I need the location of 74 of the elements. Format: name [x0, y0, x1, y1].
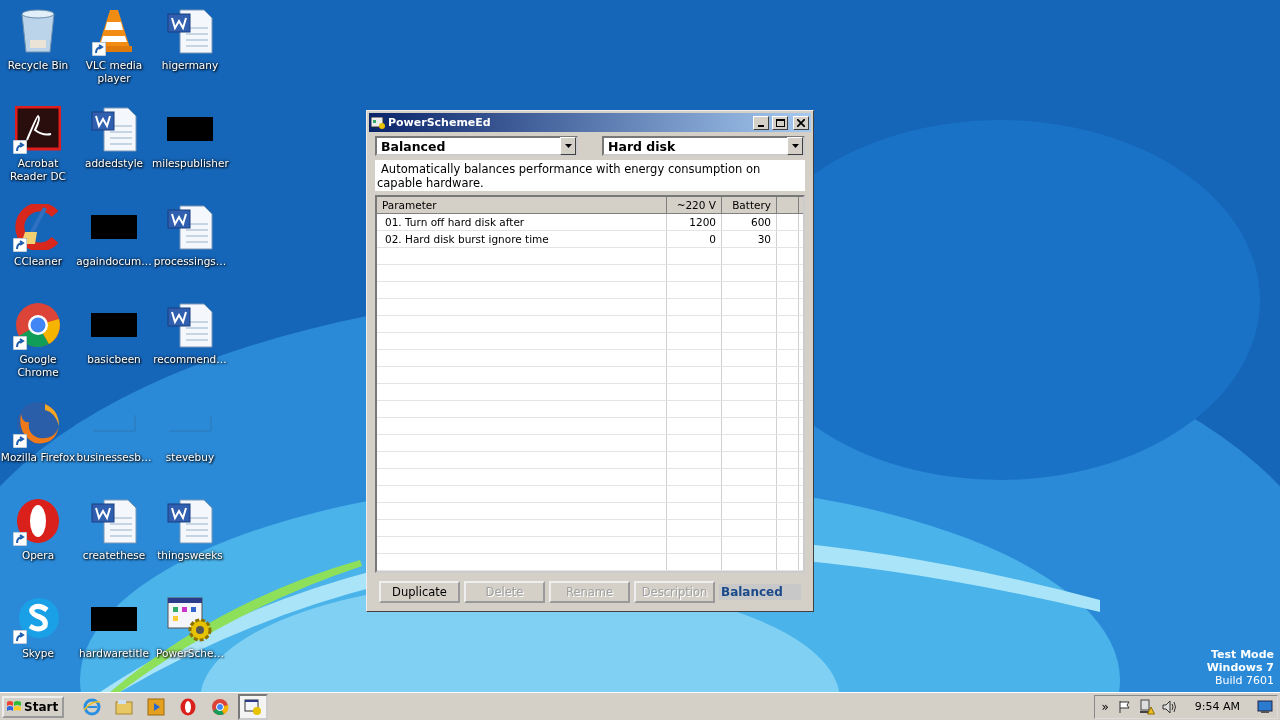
table-cell: 1200	[667, 214, 722, 230]
desktop-icon-label[interactable]: Mozilla Firefox	[0, 451, 76, 464]
opera-o-icon[interactable]	[15, 498, 61, 544]
document-icon[interactable]	[166, 204, 214, 250]
desktop-icon-label[interactable]: againdocum…	[76, 255, 152, 268]
desktop-icon-label[interactable]: addedstyle	[76, 157, 152, 170]
taskbar-app[interactable]	[238, 693, 269, 720]
app-window-gear-icon[interactable]	[166, 596, 214, 642]
column-header[interactable]: ~220 V	[667, 197, 722, 213]
show-desktop-icon[interactable]	[1257, 699, 1273, 714]
close-button[interactable]	[793, 115, 809, 130]
browser-icon[interactable]	[15, 400, 61, 446]
desktop-icon-label[interactable]: businessesb…	[76, 451, 152, 464]
speaker-icon[interactable]	[1161, 699, 1178, 714]
dropdown-arrow-icon	[564, 144, 572, 148]
table-cell: 30	[722, 231, 777, 247]
desktop-icon-label[interactable]: CCleaner	[0, 255, 76, 268]
desktop-icon-label[interactable]: Google Chrome	[0, 353, 76, 379]
document-icon[interactable]	[166, 8, 214, 54]
flag-icon[interactable]	[1117, 699, 1132, 714]
desktop-icon-label[interactable]: milespublisher	[152, 157, 228, 170]
opera-o-icon	[180, 697, 197, 716]
network-warning-icon[interactable]	[1138, 698, 1155, 715]
document-icon[interactable]	[90, 498, 138, 544]
minimize-button[interactable]	[753, 115, 769, 130]
browser-icon[interactable]	[15, 302, 61, 348]
clock[interactable]: 9:54 AM	[1194, 700, 1240, 713]
document-icon[interactable]	[90, 106, 138, 152]
close-icon	[797, 118, 805, 127]
desktop-icon-label[interactable]: Acrobat Reader DC	[0, 157, 76, 183]
recycle-bin-icon[interactable]	[18, 8, 58, 54]
os-build-text: Windows 7	[1206, 661, 1274, 674]
desktop-icon-label[interactable]: processings…	[152, 255, 228, 268]
document-icon[interactable]	[166, 302, 214, 348]
scheme-dropdown[interactable]: Balanced	[375, 136, 578, 156]
action-button[interactable]: Duplicate	[379, 581, 460, 603]
desktop-icon-label[interactable]: thingsweeks	[152, 549, 228, 562]
category-dropdown[interactable]: Hard disk	[602, 136, 805, 156]
play-icon	[147, 697, 166, 716]
start-button[interactable]: Start	[2, 695, 65, 718]
desktop-icon-label[interactable]: stevebuy	[152, 451, 228, 464]
desktop-icon-label[interactable]: Opera	[0, 549, 76, 562]
show-hidden-icons-button[interactable]: »	[1099, 699, 1111, 714]
app-window-gear-icon	[244, 698, 263, 715]
maximize-button[interactable]	[772, 115, 788, 130]
desktop-icon-label[interactable]: higermany	[152, 59, 228, 72]
desktop-icon-label[interactable]: VLC media player	[76, 59, 152, 85]
table-cell: 0	[667, 231, 722, 247]
folder-icon	[115, 698, 134, 715]
windows-logo-icon	[6, 699, 22, 714]
column-header[interactable]: Battery	[722, 197, 777, 213]
desktop-icon-label[interactable]: basicbeen	[76, 353, 152, 366]
scheme-description: Automatically balances performance with energy consumption on capable hardware.	[375, 160, 805, 191]
column-header[interactable]: Parameter	[377, 197, 667, 213]
desktop-icon-label[interactable]: Recycle Bin	[0, 59, 76, 72]
desktop-icon-label[interactable]: createthese	[76, 549, 152, 562]
pdf-app-icon[interactable]	[15, 106, 61, 152]
os-build-text: Build 7601	[1214, 674, 1274, 687]
os-build-text: Test Mode	[1211, 648, 1274, 661]
app-icon	[371, 116, 385, 129]
window-title: PowerSchemeEd	[388, 116, 492, 129]
table-cell: 02. Hard disk burst ignore time	[377, 231, 667, 247]
document-icon[interactable]	[166, 498, 214, 544]
maximize-icon	[775, 118, 785, 127]
minimize-icon	[758, 124, 764, 127]
dropdown-arrow-icon	[791, 144, 799, 148]
table-cell: 01. Turn off hard disk after	[377, 214, 667, 230]
desktop-icon-label[interactable]: recommend…	[152, 353, 228, 366]
desktop-icon-label[interactable]: Skype	[0, 647, 76, 660]
table-cell: 600	[722, 214, 777, 230]
brush-c-icon[interactable]	[15, 204, 61, 250]
active-scheme-label: Balanced	[719, 584, 801, 600]
ie-e-icon	[83, 697, 102, 716]
browser-icon	[211, 697, 230, 716]
